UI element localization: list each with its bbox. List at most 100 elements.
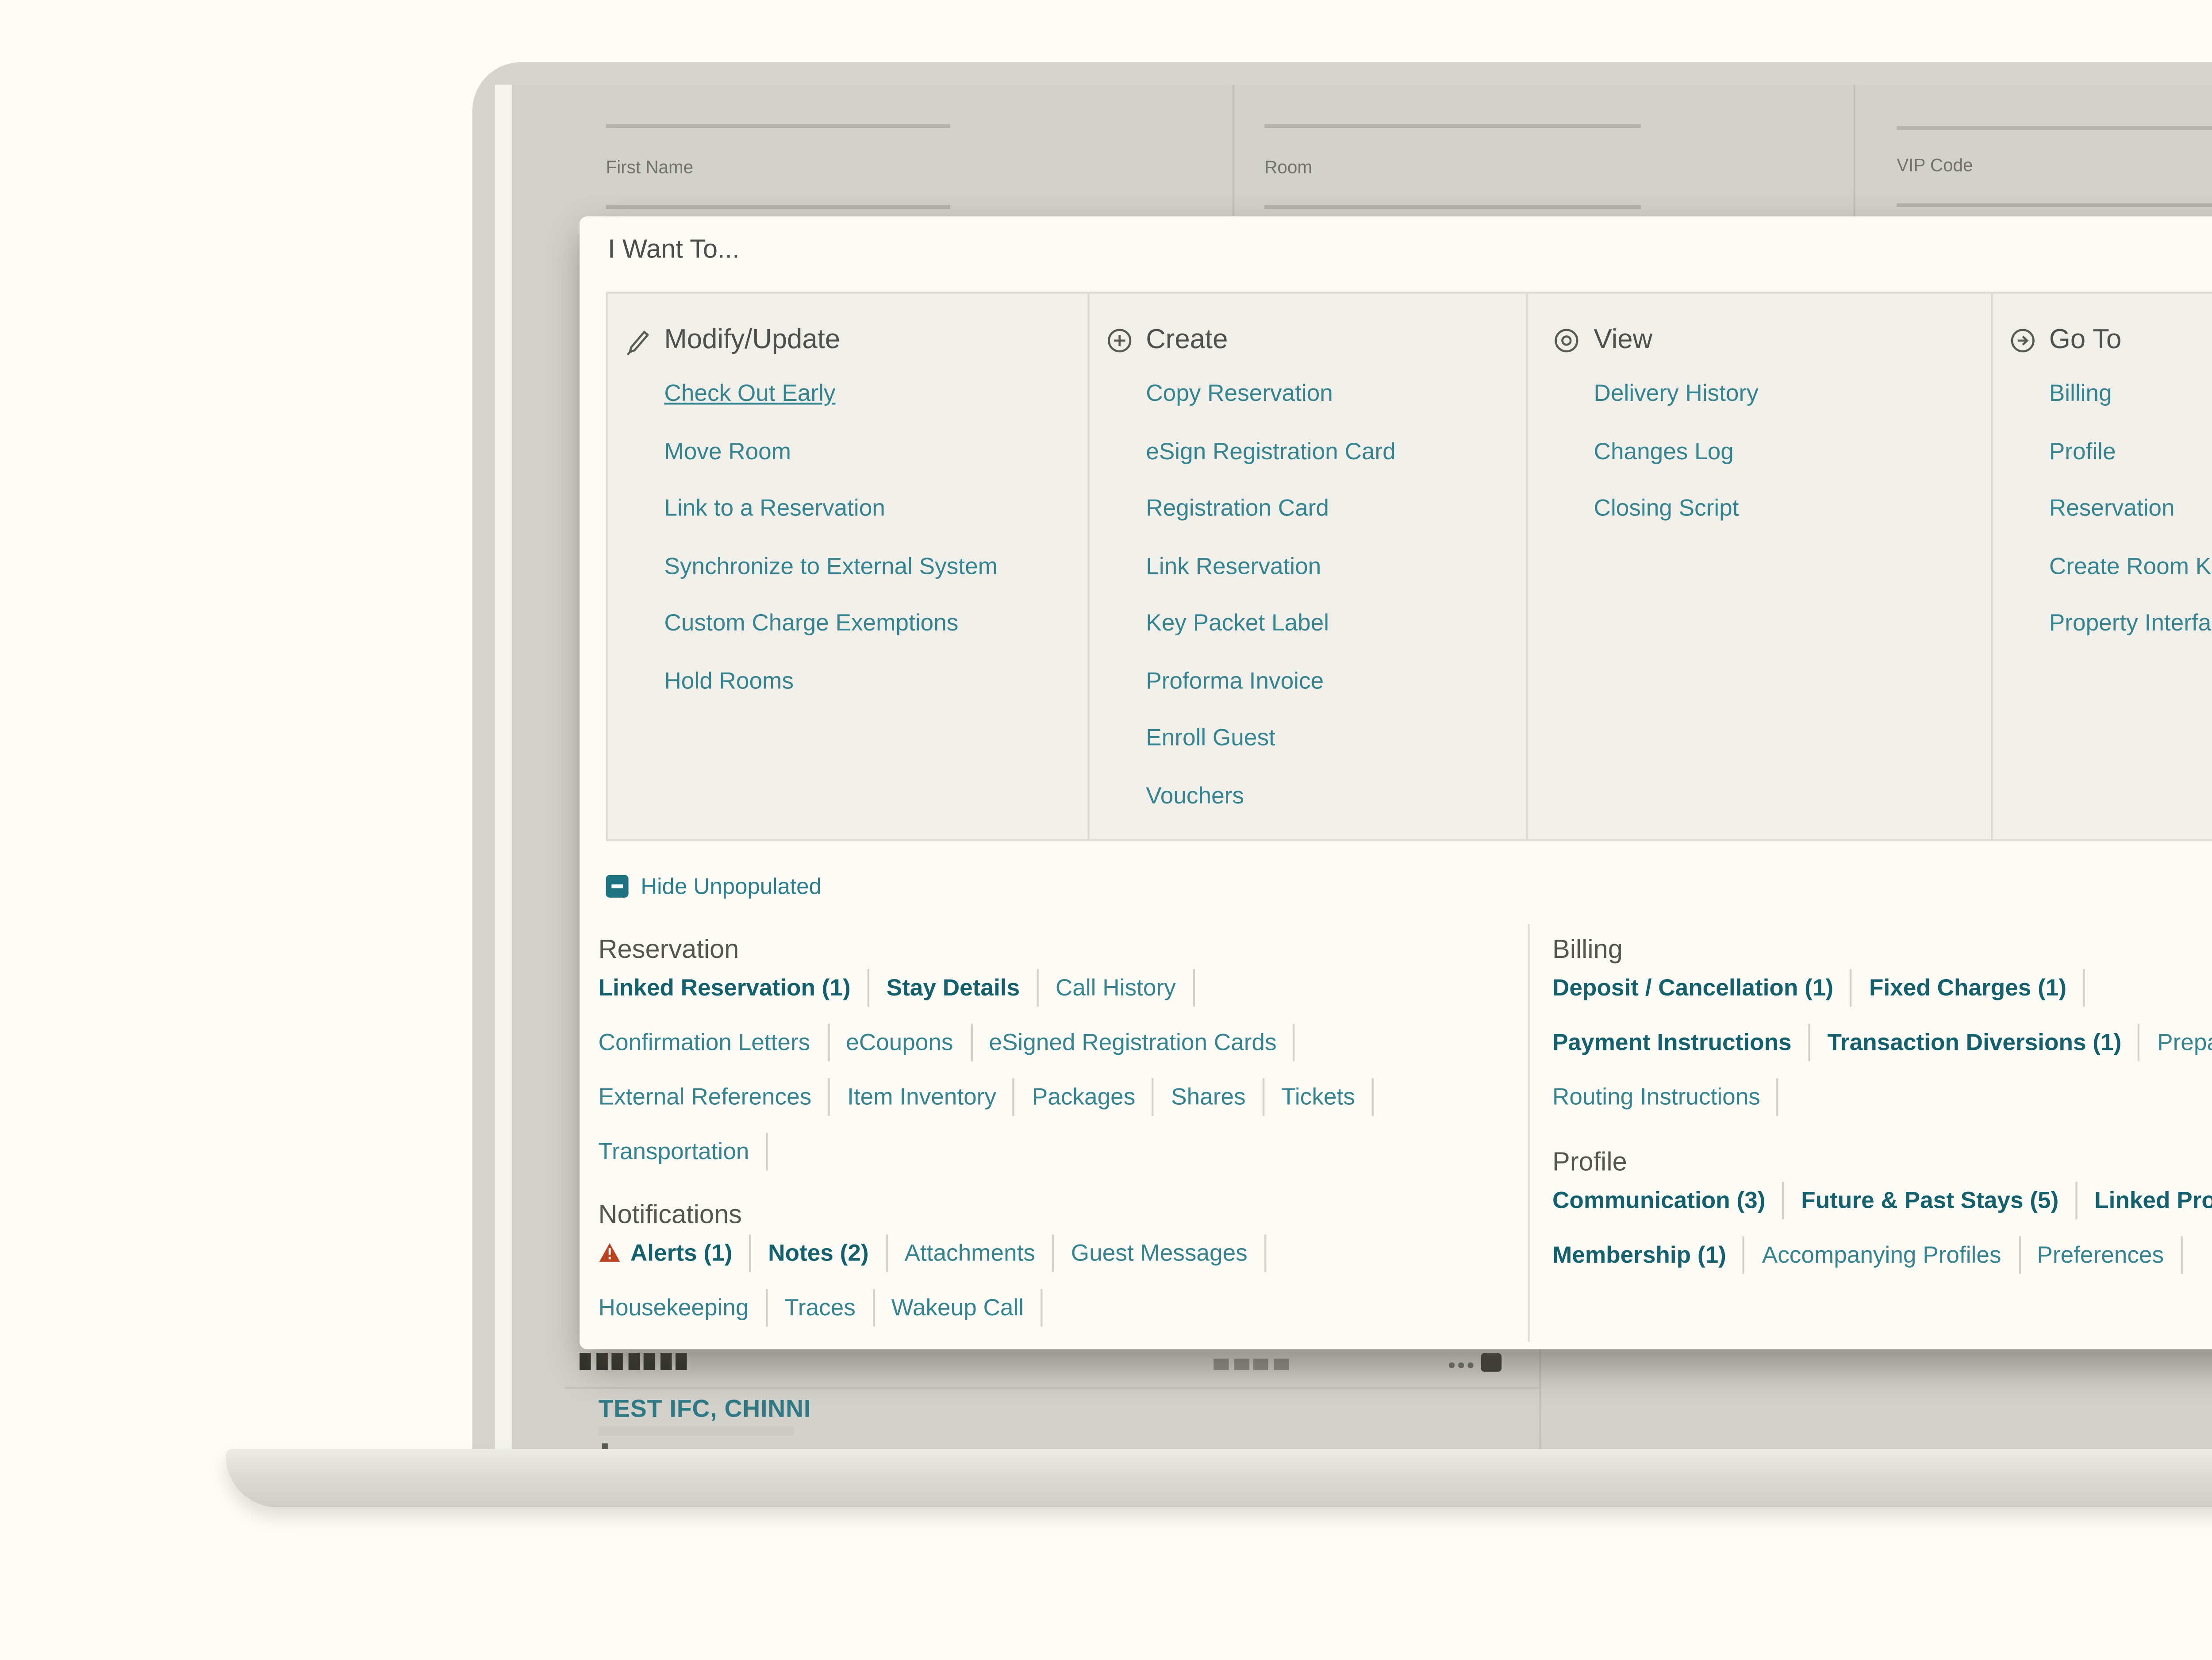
menu-item[interactable]: Custom Charge Exemptions (664, 610, 1087, 642)
guest-name[interactable]: TEST IFC, CHINNI (599, 1395, 811, 1423)
quick-link-label: Confirmation Letters (599, 1028, 810, 1055)
quick-link[interactable]: Deposit / Cancellation (1) (1552, 974, 1833, 1000)
quick-link[interactable]: eSigned Registration Cards (989, 1028, 1276, 1055)
quick-link[interactable]: Packages (1032, 1083, 1136, 1110)
divider (2076, 1181, 2078, 1218)
collapse-checkbox-icon[interactable] (606, 876, 628, 897)
room-field-label: Room (1264, 158, 1312, 179)
quick-link[interactable]: eCoupons (846, 1028, 953, 1055)
quick-link[interactable]: Prepaid Cards (2157, 1028, 2212, 1055)
menu-item[interactable]: Link to a Reservation (664, 495, 1087, 527)
quick-links-section-reservation: ReservationLinked Reservation (1)Stay De… (599, 934, 1391, 1189)
quick-link[interactable]: Wakeup Call (891, 1294, 1024, 1320)
quick-link-label: Call History (1056, 974, 1176, 1000)
room-input[interactable] (1264, 205, 1641, 208)
menu-item[interactable]: Property Interface Controls (2049, 610, 2212, 642)
quick-link-label: Prepaid Cards (2157, 1028, 2212, 1055)
menu-column-label: Modify/Update (664, 326, 840, 356)
quick-links-section-notifications: NotificationsAlerts (1)Notes (2)Attachme… (599, 1199, 1283, 1345)
quick-link-label: Membership (1) (1552, 1241, 1726, 1268)
divider (766, 1132, 768, 1169)
quick-link-label: Tickets (1281, 1083, 1355, 1110)
dialog-title: I Want To... (608, 233, 740, 263)
quick-link[interactable]: Attachments (904, 1239, 1035, 1266)
quick-link-label: Accompanying Profiles (1762, 1241, 2001, 1268)
menu-item[interactable]: Changes Log (1594, 438, 1991, 469)
quick-link[interactable]: Transportation (599, 1137, 749, 1164)
quick-link[interactable]: Stay Details (887, 974, 1020, 1000)
menu-item[interactable]: Registration Card (1146, 495, 1526, 527)
menu-item[interactable]: Reservation (2049, 495, 2212, 527)
menu-item[interactable]: eSign Registration Card (1146, 438, 1526, 469)
quick-link[interactable]: Confirmation Letters (599, 1028, 810, 1055)
quick-link[interactable]: Housekeeping (599, 1294, 749, 1320)
laptop-base (226, 1449, 2212, 1507)
menu-item[interactable]: Copy Reservation (1146, 380, 1526, 412)
quick-link[interactable]: Guest Messages (1071, 1239, 1248, 1266)
quick-links-row: Routing Instructions (1552, 1080, 2212, 1112)
quick-link[interactable]: External References (599, 1083, 812, 1110)
quick-link[interactable]: Routing Instructions (1552, 1083, 1760, 1110)
input-underline (606, 124, 950, 127)
quick-link[interactable]: Transaction Diversions (1) (1827, 1028, 2121, 1055)
menu-item[interactable]: Move Room (664, 438, 1087, 469)
menu-column-header: Create (1106, 326, 1526, 356)
divider (1041, 1288, 1042, 1326)
quick-links-section-profile: ProfileCommunication (3)Future & Past St… (1552, 1146, 2212, 1293)
menu-item[interactable]: Create Room Keys (2049, 552, 2212, 584)
menu-item[interactable]: Vouchers (1146, 782, 1526, 814)
menu-column-label: View (1594, 326, 1653, 356)
quick-link[interactable]: Fixed Charges (1) (1869, 974, 2066, 1000)
divider (1152, 1077, 1154, 1115)
quick-link[interactable]: Linked Profiles (1) (2094, 1187, 2212, 1213)
menu-item[interactable]: Proforma Invoice (1146, 667, 1526, 699)
quick-link[interactable]: Accompanying Profiles (1762, 1241, 2001, 1268)
first-name-input[interactable] (606, 205, 950, 208)
menu-column-view: View Delivery History Changes Log Closing S… (1526, 294, 1991, 839)
hide-unpopulated-toggle[interactable]: Hide Unpopulated (606, 873, 822, 900)
laptop-screen: First Name Room VIP Code ll ➜ (495, 85, 2212, 1449)
divider (1263, 1077, 1264, 1115)
quick-link[interactable]: Future & Past Stays (5) (1801, 1187, 2058, 1213)
vip-code-input[interactable] (1897, 203, 2212, 206)
input-underline (1897, 126, 2212, 129)
quick-link-label: Transaction Diversions (1) (1827, 1028, 2121, 1055)
quick-link-label: External References (599, 1083, 812, 1110)
menu-item[interactable]: Hold Rooms (664, 667, 1087, 699)
menu-item[interactable]: Delivery History (1594, 380, 1991, 412)
menu-item[interactable]: Profile (2049, 438, 2212, 469)
menu-item[interactable]: Enroll Guest (1146, 725, 1526, 757)
quick-link[interactable]: Notes (2) (768, 1239, 868, 1266)
quick-link-label: Stay Details (887, 974, 1020, 1000)
quick-link[interactable]: Communication (3) (1552, 1187, 1765, 1213)
quick-link[interactable]: Item Inventory (847, 1083, 996, 1110)
divider (1037, 968, 1038, 1006)
divider (827, 1023, 829, 1061)
menu-item[interactable]: Link Reservation (1146, 552, 1526, 584)
divider (1777, 1077, 1779, 1115)
panel-divider (1539, 1349, 1541, 1449)
quick-link[interactable]: Membership (1) (1552, 1241, 1726, 1268)
menu-item[interactable]: Synchronize to External System (664, 552, 1087, 584)
quick-link[interactable]: Traces (784, 1294, 856, 1320)
quick-link[interactable]: Alerts (1) (599, 1239, 733, 1266)
quick-link[interactable]: Call History (1056, 974, 1176, 1000)
input-underline (1264, 124, 1641, 127)
quick-link[interactable]: Linked Reservation (1) (599, 974, 851, 1000)
quick-link-label: eCoupons (846, 1028, 953, 1055)
plus-circle-icon (1106, 327, 1133, 354)
row-action-icon[interactable] (1481, 1353, 1502, 1372)
menu-column-header: Modify/Update (625, 326, 1087, 356)
quick-link[interactable]: Shares (1171, 1083, 1245, 1110)
menu-item[interactable]: Key Packet Label (1146, 610, 1526, 642)
quick-links-row: Transportation (599, 1135, 1391, 1167)
quick-link[interactable]: Preferences (2037, 1241, 2164, 1268)
quick-link[interactable]: Tickets (1281, 1083, 1355, 1110)
quick-link[interactable]: Payment Instructions (1552, 1028, 1792, 1055)
menu-item[interactable]: Billing (2049, 380, 2212, 412)
vip-code-field-label: VIP Code (1897, 156, 1973, 177)
menu-column-modify-update: Modify/Update Check Out Early Move Room Lin… (608, 294, 1088, 839)
menu-item[interactable]: Check Out Early (664, 380, 1087, 412)
divider (1372, 1077, 1374, 1115)
menu-item[interactable]: Closing Script (1594, 495, 1991, 527)
